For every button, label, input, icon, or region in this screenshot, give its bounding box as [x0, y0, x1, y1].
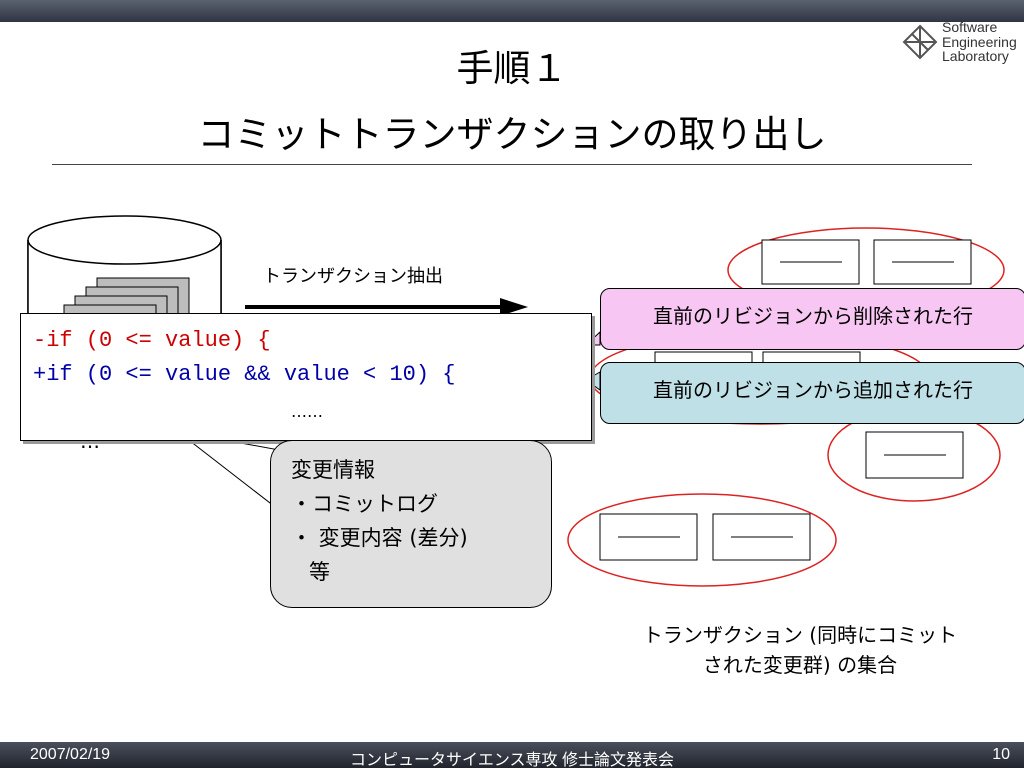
footer-bar: 2007/02/19 コンピュータサイエンス専攻 修士論文発表会 10: [0, 742, 1024, 769]
arrow-label: トランザクション抽出: [263, 266, 443, 287]
transaction-caption: トランザクション (同時にコミット された変更群) の集合: [600, 620, 1000, 680]
transaction-group-4: [567, 493, 837, 587]
info-item-commit-log: ・コミットログ: [291, 492, 438, 516]
change-info-bubble: 変更情報 ・コミットログ ・ 変更内容 (差分) 等: [270, 440, 552, 608]
removed-lines-callout: 直前のリビジョンから削除された行: [600, 288, 1024, 350]
code-ellipsis: ……: [291, 402, 323, 421]
info-heading: 変更情報: [291, 458, 375, 482]
diff-code-box: -if (0 <= value) { +if (0 <= value && va…: [20, 313, 592, 441]
caption-line-1: トランザクション (同時にコミット: [642, 623, 958, 647]
added-code-line: +if (0 <= value && value < 10) {: [33, 362, 456, 387]
footer-page-number: 10: [992, 746, 1010, 763]
info-item-etc: 等: [309, 560, 330, 584]
footer-event: コンピュータサイエンス専攻 修士論文発表会: [350, 752, 674, 769]
removed-code-line: -if (0 <= value) {: [33, 328, 271, 353]
info-item-diff: ・ 変更内容 (差分): [291, 526, 468, 550]
caption-line-2: された変更群) の集合: [702, 653, 898, 677]
added-lines-callout: 直前のリビジョンから追加された行: [600, 362, 1024, 424]
